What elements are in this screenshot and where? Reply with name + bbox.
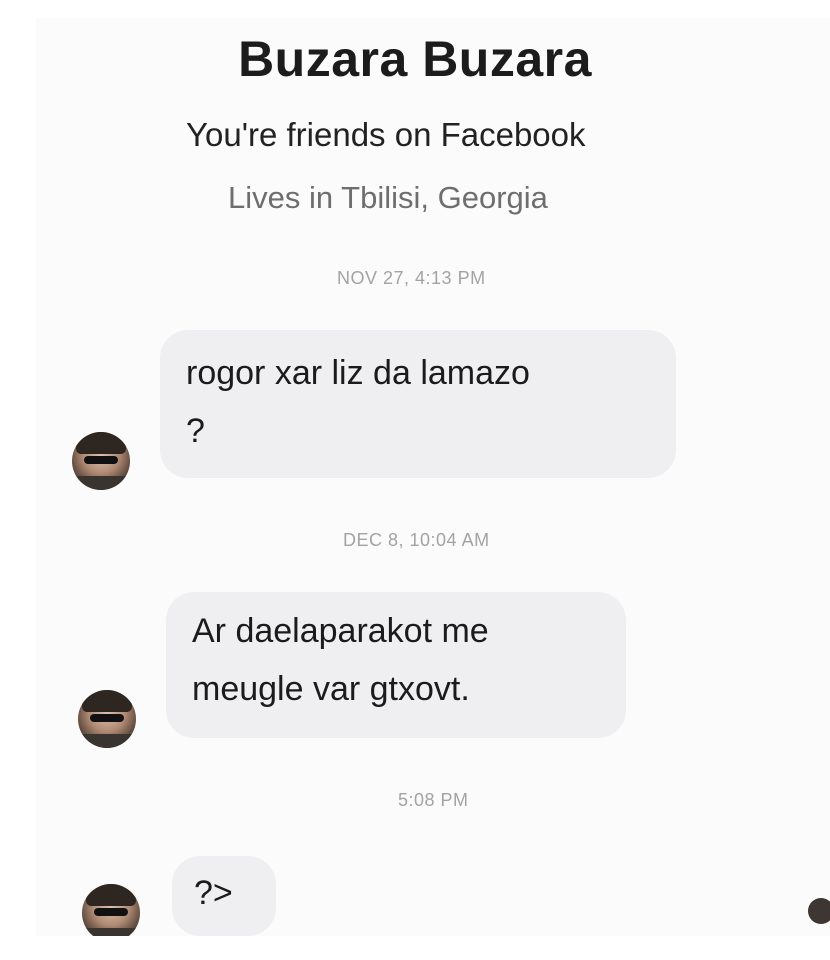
message-text: rogor xar liz da lamazo [186,354,530,392]
avatar-hair [86,884,136,906]
contact-name[interactable]: Buzara Buzara [0,30,830,88]
friendship-status: You're friends on Facebook [186,116,586,153]
message-bubble[interactable]: Ar daelaparakot me meugle var gtxovt. [166,592,626,738]
photo-border-bottom [0,936,830,960]
avatar-hair [76,432,126,454]
message-text: ? [186,412,205,450]
photo-border-left [0,0,36,960]
messenger-conversation: Buzara Buzara You're friends on Facebook… [0,0,830,960]
avatar-glasses [84,456,118,464]
avatar-hair [82,690,132,712]
message-timestamp: NOV 27, 4:13 PM [337,268,486,288]
read-receipt-avatar-icon [808,898,830,924]
avatar-glasses [94,908,128,916]
avatar-shirt [72,476,130,490]
message-text: ?> [194,874,233,912]
message-timestamp: DEC 8, 10:04 AM [343,530,490,550]
message-bubble[interactable]: rogor xar liz da lamazo ? [160,330,676,478]
message-bubble[interactable]: ?> [172,856,276,936]
contact-location: Lives in Tbilisi, Georgia [228,180,548,215]
avatar[interactable] [72,432,130,490]
message-text: Ar daelaparakot me [192,612,489,650]
avatar-glasses [90,714,124,722]
avatar-shirt [78,734,136,748]
photo-border-top [0,0,830,18]
avatar[interactable] [82,884,140,942]
message-timestamp: 5:08 PM [398,790,469,810]
conversation-header: Buzara Buzara [36,30,830,88]
avatar[interactable] [78,690,136,748]
message-text: meugle var gtxovt. [192,670,470,708]
